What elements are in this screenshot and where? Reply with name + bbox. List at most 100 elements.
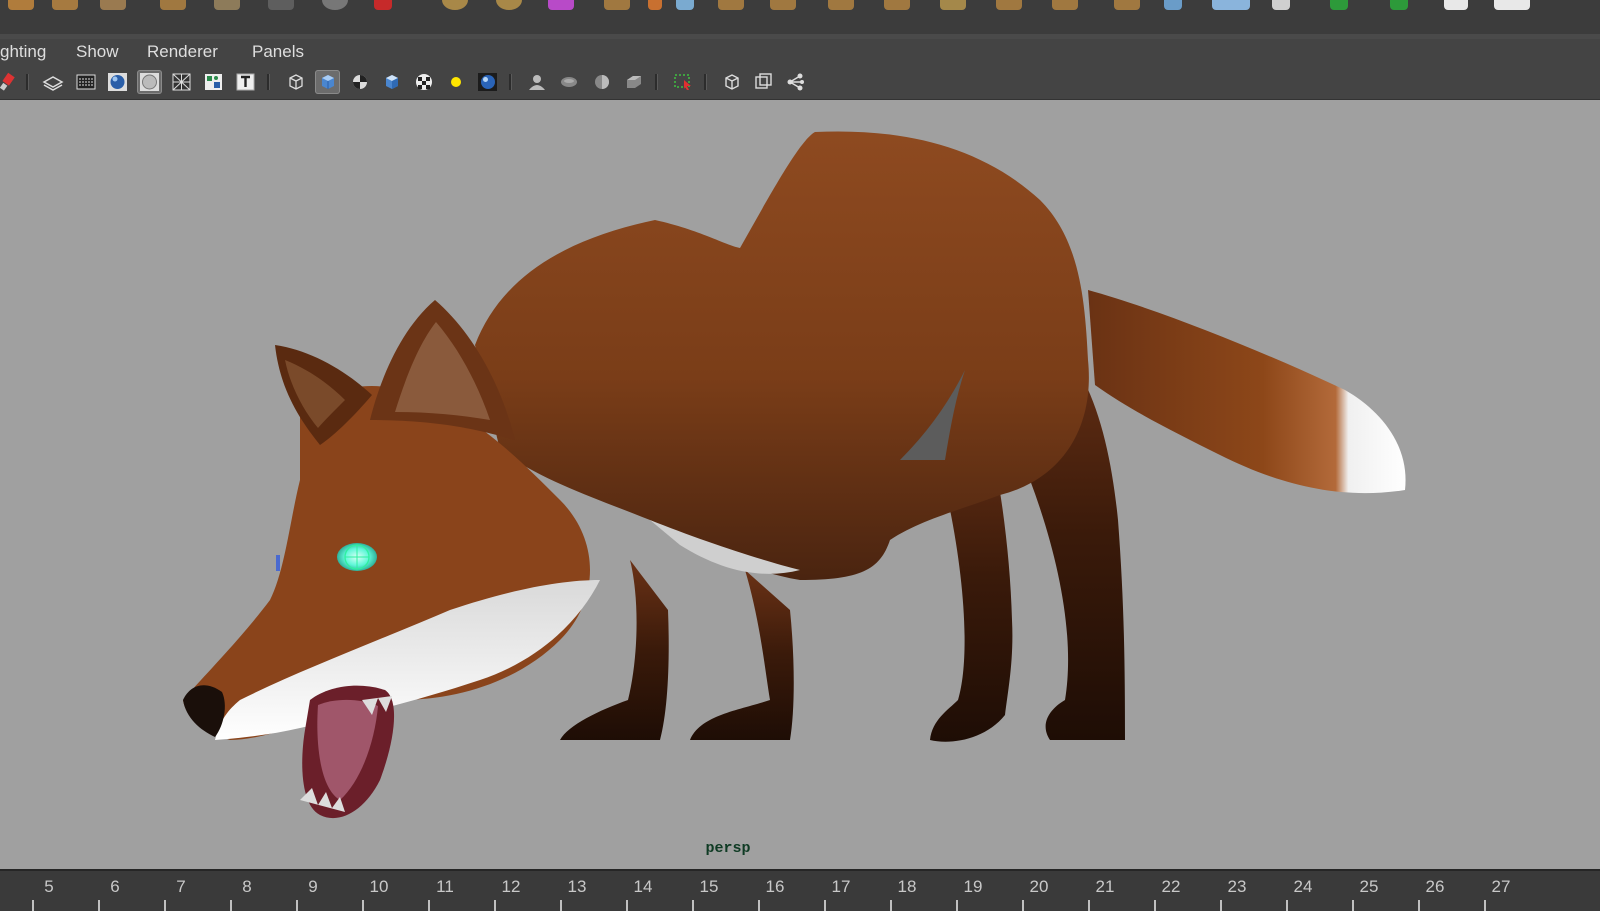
shelf-icon[interactable] [604,0,630,10]
timeline-tick-mark [1286,900,1288,911]
select-camera-icon[interactable] [670,70,695,94]
shelf-icon[interactable] [442,0,468,10]
timeline-tick-mark [1352,900,1354,911]
text-icon[interactable] [233,70,258,94]
menu-show[interactable]: Show [76,41,119,63]
shelf-icon[interactable] [160,0,186,10]
shelf-icon[interactable] [1390,0,1408,10]
timeline-tick-mark [1418,900,1420,911]
lamp-icon[interactable] [556,70,581,94]
timeline-tick-mark [1484,900,1486,911]
menu-lighting[interactable]: ghting [0,41,46,63]
timeline-tick-mark [494,900,496,911]
timeline-tick-label: 12 [501,877,521,896]
timeline-tick-label: 18 [897,877,917,896]
xray-icon[interactable] [169,70,194,94]
shaded-cube-icon[interactable] [315,70,340,94]
menu-panels[interactable]: Panels [252,41,304,63]
timeline-tick-mark [956,900,958,911]
shelf-icon[interactable] [1164,0,1182,10]
shelf-icon[interactable] [648,0,662,10]
uv-icon[interactable] [201,70,226,94]
fox-tail [1088,290,1406,494]
timeline-tick-mark [758,900,760,911]
timeline-tick-label: 21 [1095,877,1115,896]
fox-front-leg-near [690,570,794,740]
timeline-tick-mark [824,900,826,911]
bevel-icon[interactable] [621,70,646,94]
fox-nose [183,685,225,737]
timeline-tick-label: 22 [1161,877,1181,896]
shelf-icon[interactable] [8,0,34,10]
shadow-bust-icon[interactable] [524,70,549,94]
shelf-icon[interactable] [828,0,854,10]
timeline-tick-label: 23 [1227,877,1247,896]
timeline-tick-label: 19 [963,877,983,896]
menu-renderer[interactable]: Renderer [147,41,218,63]
shelf-icon[interactable] [884,0,910,10]
shelf-icon[interactable] [1330,0,1348,10]
timeline-tick-label: 15 [699,877,719,896]
share-icon[interactable] [783,70,808,94]
frame-icon[interactable] [751,70,776,94]
shelf-icon[interactable] [548,0,574,10]
perspective-viewport[interactable]: persp [0,100,1600,869]
film-gate-icon[interactable] [73,70,98,94]
shelf-icon[interactable] [268,0,294,10]
eye-far-marker [276,555,280,571]
toolbar-divider [267,74,270,90]
timeline-tick-mark [1088,900,1090,911]
blue-sphere-icon[interactable] [475,70,500,94]
flat-cube-icon[interactable] [379,70,404,94]
smooth-shading-icon[interactable] [137,70,162,94]
shelf-icon[interactable] [100,0,126,10]
checker-sphere-icon[interactable] [347,70,372,94]
camera-label: persp [705,840,751,857]
light-bulb-icon[interactable] [443,70,468,94]
paint-brush-icon[interactable] [0,70,19,94]
isolate-icon[interactable] [719,70,744,94]
sphere-shading-icon[interactable] [105,70,130,94]
timeline-tick-mark [164,900,166,911]
timeline-tick-mark [890,900,892,911]
toolbar-divider [509,74,512,90]
timeline-tick-label: 14 [633,877,653,896]
timeline-tick-label: 11 [436,877,454,896]
shelf-icon[interactable] [1114,0,1140,10]
timeline-tick-mark [230,900,232,911]
timeline-tick-label: 5 [44,877,54,896]
timeline-tick-mark [1220,900,1222,911]
shelf-icon[interactable] [52,0,78,10]
panel-toolbar [0,65,1600,100]
fox-model[interactable] [0,100,1600,869]
timeline-tick-label: 13 [567,877,587,896]
timeline-tick-mark [626,900,628,911]
wireframe-cube-icon[interactable] [283,70,308,94]
time-slider[interactable]: 5 6 7 8 9 10 11 12 13 14 15 16 17 18 19 20 21 22 23 24 25 26 2… [0,869,1600,911]
shelf-icon[interactable] [1052,0,1078,10]
shelf-icon[interactable] [322,0,348,10]
timeline-tick-label: 26 [1425,877,1445,896]
grid-toggle-icon[interactable] [40,70,65,94]
half-sphere-icon[interactable] [589,70,614,94]
shelf-icon[interactable] [1494,0,1530,10]
shelf-icon[interactable] [1212,0,1250,10]
checker-texture-icon[interactable] [411,70,436,94]
shelf-icon[interactable] [1272,0,1290,10]
shelf-icon[interactable] [1444,0,1468,10]
shelf-icon[interactable] [996,0,1022,10]
timeline-tick-label: 6 [110,877,120,896]
timeline-tick-mark [1022,900,1024,911]
shelf-icon[interactable] [770,0,796,10]
timeline-tick-mark [296,900,298,911]
timeline-tick-mark [560,900,562,911]
shelf-icon[interactable] [676,0,694,10]
shelf-icon[interactable] [940,0,966,10]
timeline-tick-mark [692,900,694,911]
shelf-icon[interactable] [214,0,240,10]
shelf-icon[interactable] [718,0,744,10]
shelf-icon[interactable] [374,0,392,10]
timeline-tick-label: 7 [176,877,186,896]
shelf-icon[interactable] [496,0,522,10]
timeline-tick-label: 17 [831,877,851,896]
